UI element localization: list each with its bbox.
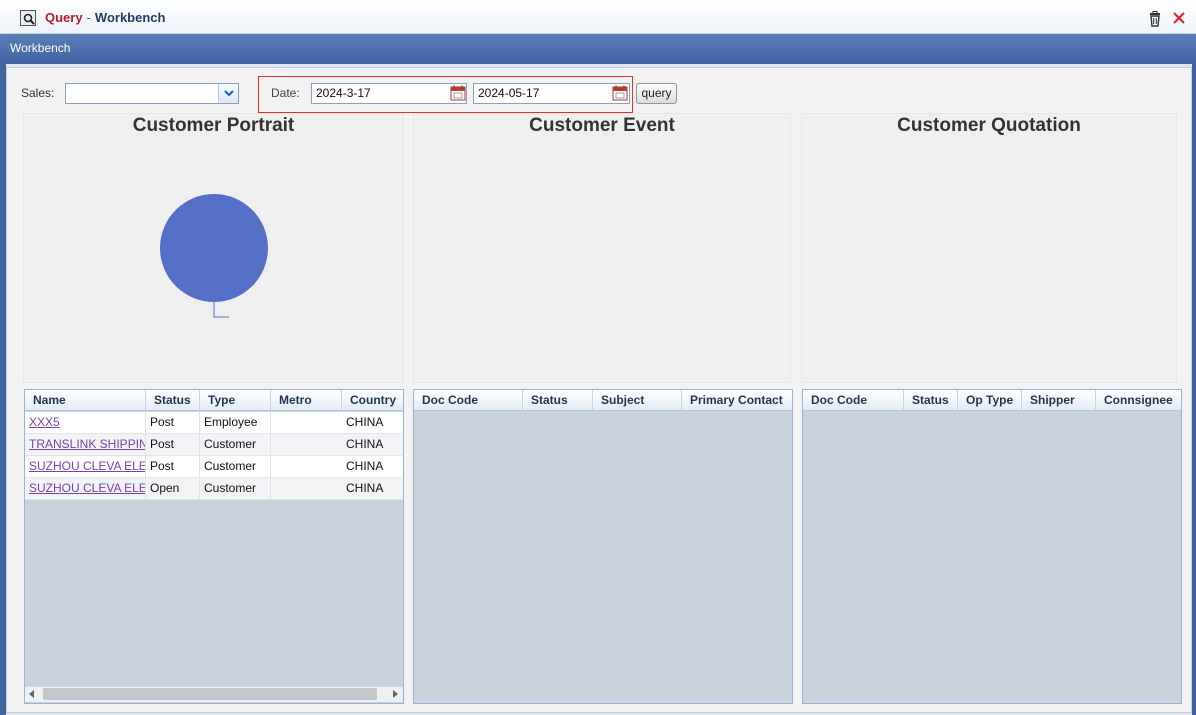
- customer-name-link[interactable]: TRANSLINK SHIPPIN: [25, 434, 146, 455]
- scroll-left-icon[interactable]: [29, 690, 34, 698]
- status-cell: Open: [146, 478, 200, 499]
- workbench-tab-label[interactable]: Workbench: [10, 41, 70, 55]
- type-cell: Customer: [200, 434, 271, 455]
- customer-quotation-title: Customer Quotation: [897, 115, 1081, 136]
- column-header-country[interactable]: Country: [342, 390, 403, 411]
- title-separator: -: [86, 10, 91, 25]
- status-cell: Post: [146, 456, 200, 477]
- column-header-status[interactable]: Status: [904, 390, 958, 411]
- pie-slice[interactable]: [160, 194, 268, 302]
- column-header-op-type[interactable]: Op Type: [958, 390, 1022, 411]
- chevron-down-icon[interactable]: [218, 84, 238, 103]
- title-query: Query: [45, 10, 83, 25]
- pie-label-line: [213, 302, 229, 318]
- table-row[interactable]: XXX5 Post Employee CHINA: [25, 412, 403, 434]
- trash-icon[interactable]: [1147, 11, 1163, 27]
- date-from-input[interactable]: 2024-3-17: [311, 83, 467, 104]
- window-title: Query - Workbench: [45, 10, 165, 25]
- country-cell: CHINA: [346, 481, 384, 495]
- table-row[interactable]: SUZHOU CLEVA ELE Post Customer CHINA: [25, 456, 403, 478]
- date-label: Date:: [271, 86, 300, 100]
- column-header-doc-code[interactable]: Doc Code: [414, 390, 523, 411]
- customer-event-grid: Doc Code Status Subject Primary Contact: [413, 389, 793, 704]
- right-frame: [1192, 64, 1196, 715]
- scrollbar-thumb[interactable]: [43, 688, 377, 700]
- query-button[interactable]: query: [636, 83, 677, 104]
- date-to-input[interactable]: 2024-05-17: [473, 83, 630, 104]
- close-icon[interactable]: [1171, 10, 1187, 26]
- status-cell: Post: [146, 434, 200, 455]
- customer-name-link[interactable]: SUZHOU CLEVA ELE: [25, 456, 146, 477]
- customer-name-link[interactable]: SUZHOU CLEVA ELE: [25, 478, 146, 499]
- customer-quotation-zone: [801, 113, 1177, 383]
- column-header-metro[interactable]: Metro: [271, 390, 342, 411]
- column-header-type[interactable]: Type: [200, 390, 271, 411]
- column-header-shipper[interactable]: Shipper: [1022, 390, 1096, 411]
- column-header-doc-code[interactable]: Doc Code: [803, 390, 904, 411]
- customer-quotation-grid: Doc Code Status Op Type Shipper Connsign…: [802, 389, 1182, 704]
- column-header-subject[interactable]: Subject: [593, 390, 682, 411]
- customer-event-title: Customer Event: [529, 115, 675, 136]
- calendar-icon[interactable]: [450, 85, 466, 101]
- country-cell: CHINA: [346, 437, 384, 451]
- customer-portrait-grid: Name Status Type Metro Country XXX5 Post…: [24, 389, 404, 704]
- country-cell: CHINA: [346, 459, 384, 473]
- type-cell: Customer: [200, 478, 271, 499]
- column-header-consignee[interactable]: Connsignee: [1096, 390, 1181, 411]
- status-cell: Post: [146, 412, 200, 433]
- type-cell: Customer: [200, 456, 271, 477]
- table-row[interactable]: TRANSLINK SHIPPIN Post Customer CHINA: [25, 434, 403, 456]
- sales-label: Sales:: [21, 86, 55, 100]
- grid-header: Name Status Type Metro Country: [25, 390, 403, 411]
- calendar-icon[interactable]: [612, 85, 628, 101]
- workbench-header-band: [0, 34, 1196, 64]
- column-header-primary-contact[interactable]: Primary Contact: [682, 390, 792, 411]
- query-window-icon: [20, 10, 36, 26]
- grid-header: Doc Code Status Subject Primary Contact: [414, 390, 792, 411]
- customer-event-zone: [413, 113, 791, 383]
- column-header-name[interactable]: Name: [25, 390, 146, 411]
- grid-header: Doc Code Status Op Type Shipper Connsign…: [803, 390, 1181, 411]
- column-header-status[interactable]: Status: [146, 390, 200, 411]
- customer-portrait-title: Customer Portrait: [132, 115, 295, 136]
- table-row[interactable]: SUZHOU CLEVA ELE Open Customer CHINA: [25, 478, 403, 500]
- sales-select[interactable]: [65, 83, 239, 104]
- type-cell: Employee: [200, 412, 271, 433]
- window-title-bar: [0, 0, 1196, 34]
- customer-portrait-pie-chart: [160, 194, 268, 318]
- scroll-right-icon[interactable]: [393, 690, 398, 698]
- customer-name-link[interactable]: XXX5: [25, 412, 146, 433]
- country-cell: CHINA: [346, 415, 384, 429]
- title-workbench: Workbench: [94, 10, 166, 25]
- column-header-status[interactable]: Status: [523, 390, 593, 411]
